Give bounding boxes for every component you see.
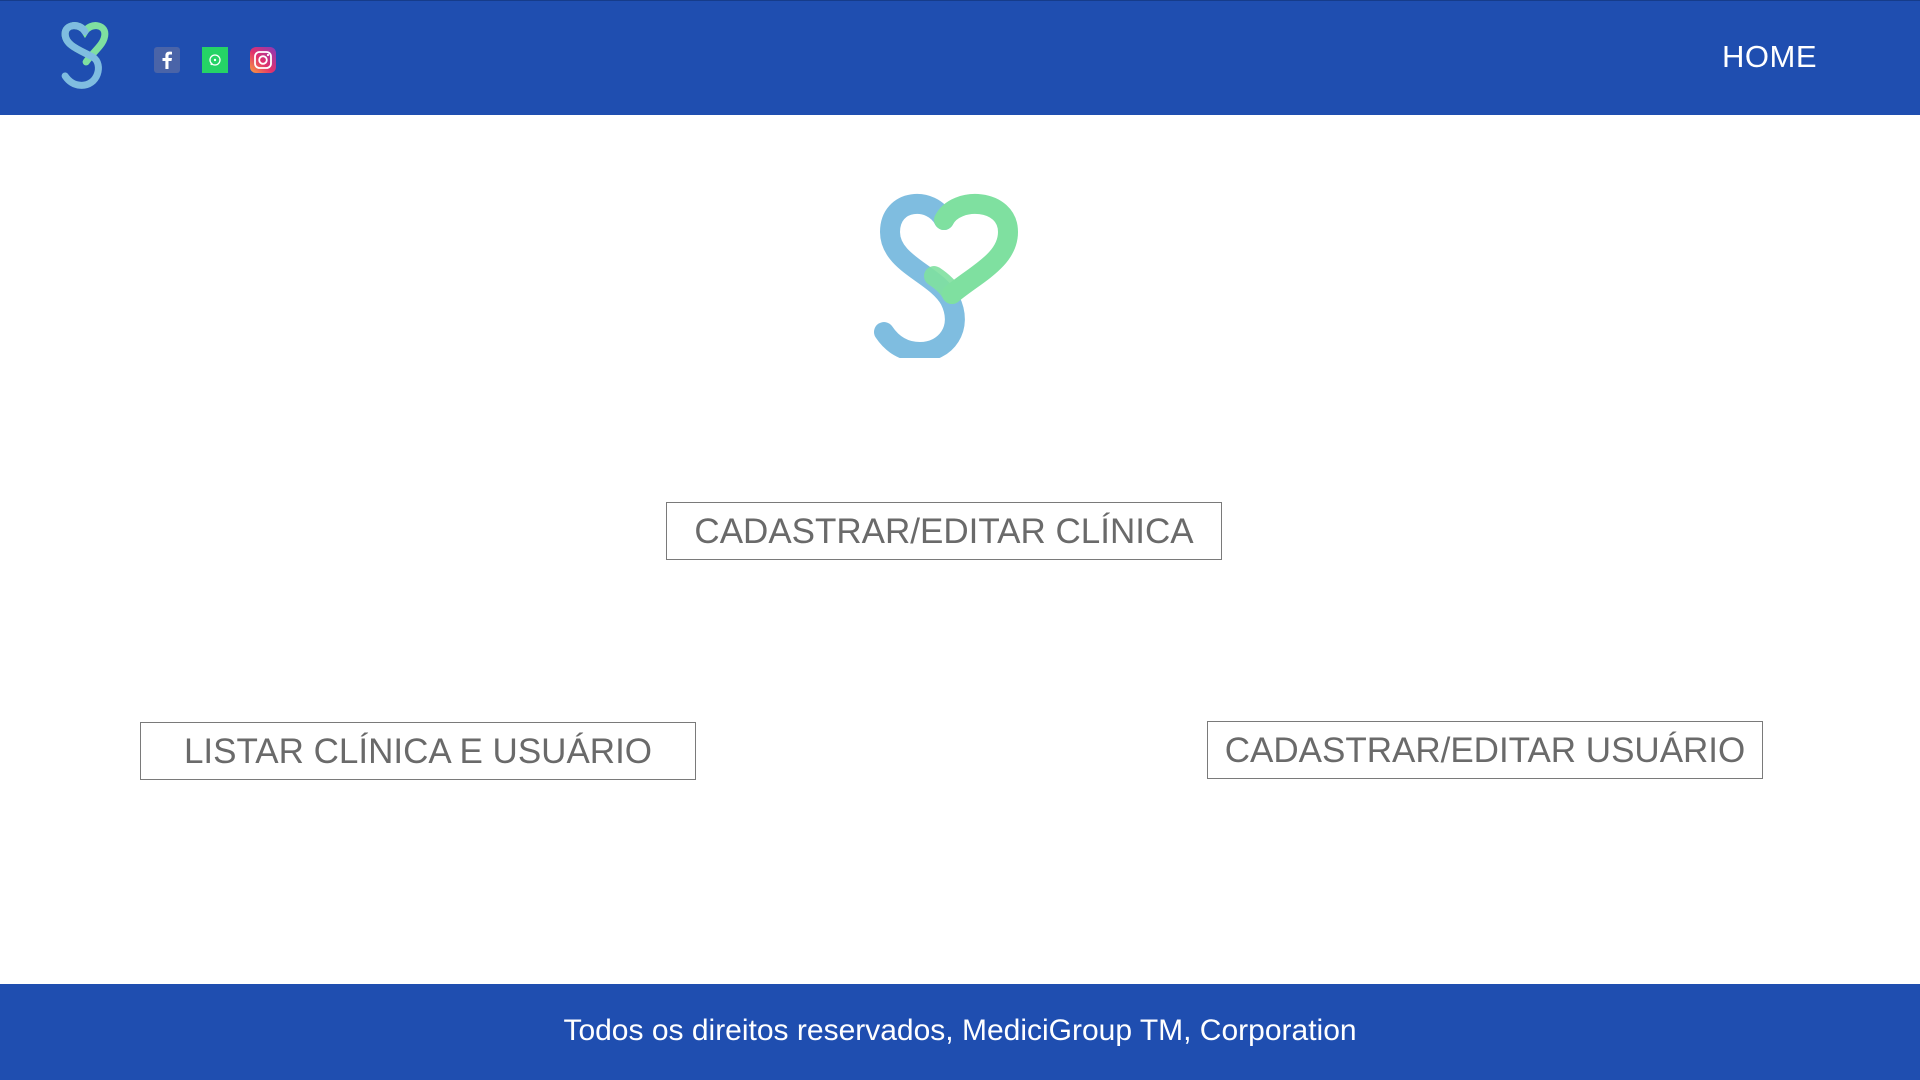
top-navbar: HOME: [0, 0, 1920, 115]
brand-logo-icon[interactable]: [56, 21, 128, 97]
instagram-icon[interactable]: [250, 47, 276, 73]
cadastrar-editar-clinica-button[interactable]: CADASTRAR/EDITAR CLÍNICA: [666, 502, 1222, 560]
listar-clinica-usuario-button[interactable]: LISTAR CLÍNICA E USUÁRIO: [140, 722, 696, 780]
footer-copyright: Todos os direitos reservados, MediciGrou…: [563, 1014, 1357, 1047]
cadastrar-editar-usuario-button[interactable]: CADASTRAR/EDITAR USUÁRIO: [1207, 721, 1763, 779]
nav-home-link[interactable]: HOME: [1722, 39, 1817, 75]
footer: Todos os direitos reservados, MediciGrou…: [0, 984, 1920, 1080]
facebook-icon[interactable]: [154, 47, 180, 73]
whatsapp-icon[interactable]: [202, 47, 228, 73]
page: HOME CADASTRAR/EDITAR CLÍNICA LISTAR CLÍ…: [0, 0, 1920, 1080]
hero-logo-icon: [874, 193, 1019, 358]
